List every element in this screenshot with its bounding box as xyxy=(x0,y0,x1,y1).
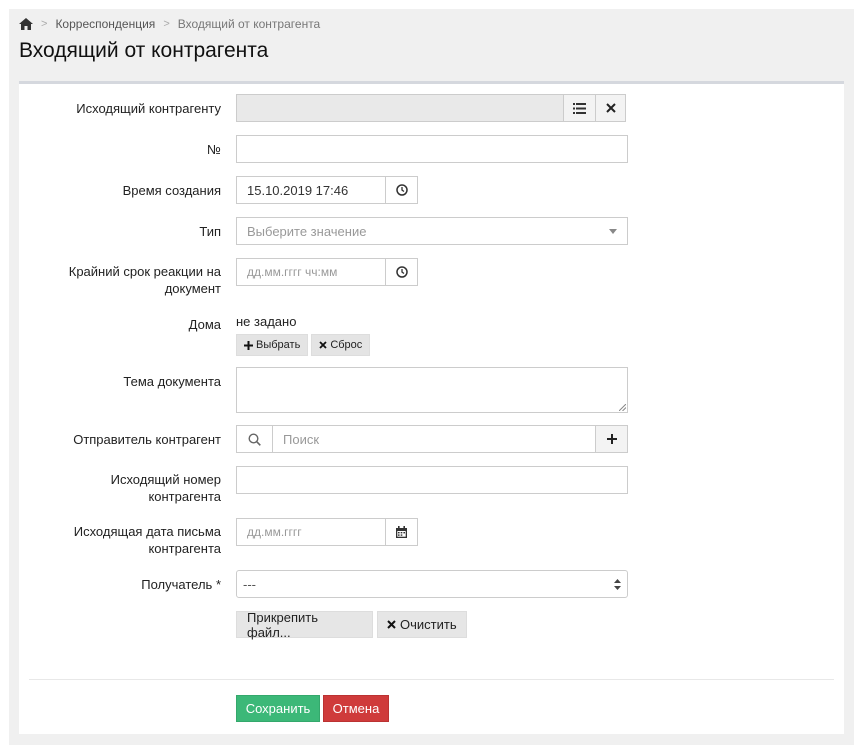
sender-placeholder: Поиск xyxy=(283,431,320,447)
add-icon[interactable] xyxy=(596,425,628,453)
search-icon xyxy=(236,425,272,453)
clear-files-button[interactable]: Очистить xyxy=(377,611,467,638)
breadcrumb-correspondence[interactable]: Корреспонденция xyxy=(55,17,155,31)
clear-icon[interactable] xyxy=(596,94,626,122)
outgoing-date-label: Исходящая дата письма контрагента xyxy=(21,523,221,557)
houses-value: не задано xyxy=(236,314,297,329)
recipient-select[interactable]: --- xyxy=(236,570,628,598)
clock-icon[interactable] xyxy=(386,258,418,286)
recipient-label-text: Получатель xyxy=(141,577,213,592)
outgoing-date-placeholder: дд.мм.гггг xyxy=(247,525,302,539)
outgoing-counterparty-input[interactable] xyxy=(236,94,564,122)
clear-files-label: Очистить xyxy=(400,617,457,632)
home-icon[interactable] xyxy=(19,18,33,30)
clock-icon[interactable] xyxy=(386,176,418,204)
created-time-input[interactable]: 15.10.2019 17:46 xyxy=(236,176,386,204)
required-mark: * xyxy=(215,577,221,592)
divider xyxy=(29,679,834,680)
choose-label: Выбрать xyxy=(256,339,301,351)
sender-label: Отправитель контрагент xyxy=(73,432,221,447)
attach-file-button[interactable]: Прикрепить файл... xyxy=(236,610,373,640)
created-time-label: Время создания xyxy=(122,183,221,198)
subject-textarea[interactable] xyxy=(236,367,628,413)
outgoing-number-input[interactable] xyxy=(236,466,628,494)
subject-label: Тема документа xyxy=(123,374,221,389)
deadline-label-line1: Крайний срок реакции на xyxy=(68,264,221,279)
resize-handle-icon[interactable] xyxy=(619,404,626,411)
breadcrumb-current: Входящий от контрагента xyxy=(177,17,321,31)
houses-label: Дома xyxy=(188,317,221,332)
type-select[interactable]: Выберите значение xyxy=(236,217,628,245)
reset-label: Сброс xyxy=(330,339,363,351)
page-title: Входящий от контрагента xyxy=(19,39,269,62)
calendar-icon[interactable] xyxy=(386,518,418,546)
recipient-value: --- xyxy=(243,576,256,592)
save-button[interactable]: Сохранить xyxy=(236,695,320,722)
deadline-label-line2: документ xyxy=(164,281,221,296)
deadline-placeholder: дд.мм.гггг чч:мм xyxy=(247,265,338,279)
breadcrumb-separator: > xyxy=(163,18,170,30)
type-placeholder: Выберите значение xyxy=(247,223,367,239)
cancel-button[interactable]: Отмена xyxy=(323,695,389,722)
outgoing-number-label-line2: контрагента xyxy=(148,489,221,504)
breadcrumb: > Корреспонденция > Входящий от контраге… xyxy=(19,17,320,31)
outgoing-counterparty-label: Исходящий контрагенту xyxy=(76,101,221,116)
type-label: Тип xyxy=(199,224,221,239)
outgoing-number-label: Исходящий номер контрагента xyxy=(21,471,221,505)
page-container: > Корреспонденция > Входящий от контраге… xyxy=(9,9,854,745)
caret-down-icon xyxy=(609,228,617,234)
choose-button[interactable]: Выбрать xyxy=(236,334,309,356)
outgoing-date-label-line1: Исходящая дата письма xyxy=(73,524,221,539)
select-arrows-icon xyxy=(614,578,621,590)
breadcrumb-separator: > xyxy=(41,18,48,30)
deadline-label: Крайний срок реакции на документ xyxy=(21,263,221,297)
sender-search-input[interactable]: Поиск xyxy=(272,425,596,453)
outgoing-date-label-line2: контрагента xyxy=(148,541,221,556)
outgoing-number-label-line1: Исходящий номер xyxy=(110,472,221,487)
number-label: № xyxy=(207,142,221,157)
form-card: Исходящий контрагенту № Время создания 1… xyxy=(19,81,844,734)
deadline-input[interactable]: дд.мм.гггг чч:мм xyxy=(236,258,386,286)
list-icon[interactable] xyxy=(564,94,596,122)
number-input[interactable] xyxy=(236,135,628,163)
outgoing-date-input[interactable]: дд.мм.гггг xyxy=(236,518,386,546)
recipient-label: Получатель * xyxy=(21,576,221,593)
reset-button[interactable]: Сброс xyxy=(311,334,371,356)
